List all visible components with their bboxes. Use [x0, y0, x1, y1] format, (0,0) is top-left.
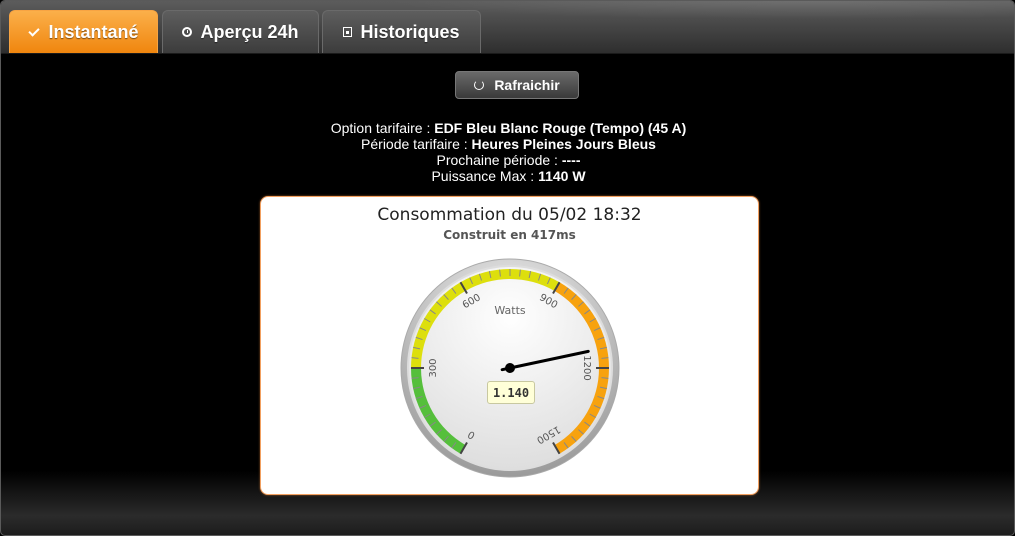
- periode-tarifaire-line: Période tarifaire : Heures Pleines Jours…: [1, 136, 1014, 152]
- periode-value: Heures Pleines Jours Bleus: [471, 136, 656, 152]
- prochaine-value: ----: [561, 152, 581, 168]
- tab-label: Instantané: [48, 21, 139, 42]
- option-tarifaire-line: Option tarifaire : EDF Bleu Blanc Rouge …: [1, 120, 1014, 136]
- tariff-info: Option tarifaire : EDF Bleu Blanc Rouge …: [1, 120, 1014, 184]
- prochaine-periode-line: Prochaine période : ----: [1, 152, 1014, 168]
- refresh-icon: [474, 80, 485, 90]
- chart-subtitle: Construit en 417ms: [443, 228, 576, 242]
- tab-instantane[interactable]: Instantané: [9, 10, 158, 53]
- option-label: Option tarifaire :: [330, 120, 431, 136]
- tab-label: Historiques: [360, 21, 460, 42]
- calendar-icon: [343, 27, 353, 37]
- tab-bar: Instantané Aperçu 24h Historiques: [1, 1, 1014, 54]
- gauge-tick-label: 1200: [581, 355, 592, 380]
- tab-label: Aperçu 24h: [200, 21, 299, 42]
- chart-title: Consommation du 05/02 18:32: [377, 205, 642, 225]
- gauge-chart: 0300600 90012001500 Watts: [400, 258, 620, 478]
- tab-apercu-24h[interactable]: Aperçu 24h: [162, 10, 319, 53]
- chart-panel: Consommation du 05/02 18:32 Construit en…: [260, 196, 759, 495]
- tab-historiques[interactable]: Historiques: [322, 10, 481, 53]
- check-icon: [28, 26, 40, 38]
- refresh-label: Rafraichir: [494, 77, 560, 93]
- option-value: EDF Bleu Blanc Rouge (Tempo) (45 A): [434, 120, 687, 136]
- app-window: Instantané Aperçu 24h Historiques Rafrai…: [0, 0, 1015, 536]
- puissance-value: 1140 W: [538, 168, 586, 184]
- gauge-unit-label: Watts: [494, 304, 526, 317]
- gauge-pivot: [505, 363, 515, 373]
- gauge-tick-label: 300: [428, 358, 439, 377]
- refresh-button[interactable]: Rafraichir: [455, 71, 579, 99]
- puissance-max-line: Puissance Max : 1140 W: [1, 168, 1014, 184]
- periode-label: Période tarifaire :: [361, 136, 468, 152]
- gauge-value-label: 1.140: [487, 381, 535, 404]
- clock-icon: [182, 27, 193, 37]
- prochaine-label: Prochaine période :: [436, 152, 558, 168]
- puissance-label: Puissance Max :: [431, 168, 535, 184]
